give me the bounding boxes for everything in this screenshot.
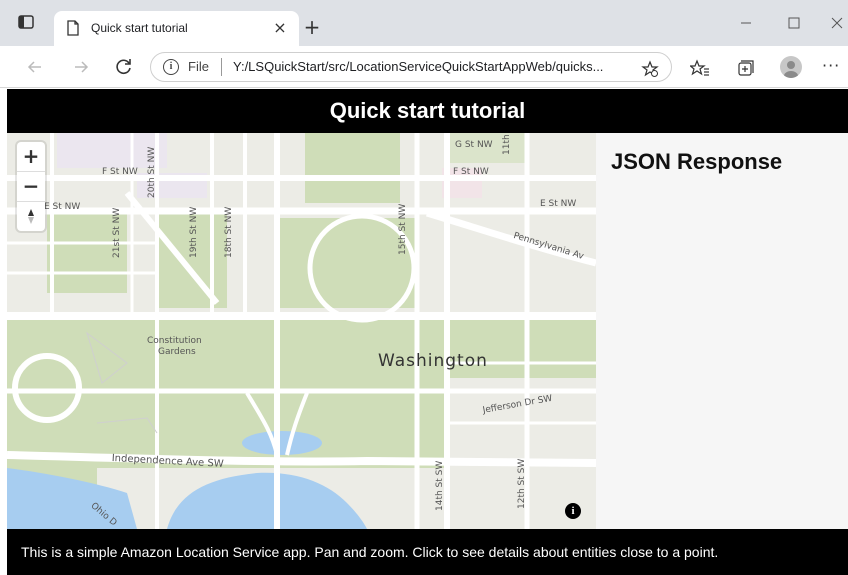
map-label: 15th St NW xyxy=(398,203,408,255)
tab-title: Quick start tutorial xyxy=(91,21,188,35)
scheme-label: File xyxy=(188,59,209,74)
map-zoom-control: + − xyxy=(17,142,45,231)
city-label: Washington xyxy=(378,351,488,371)
map-canvas xyxy=(7,133,596,529)
favorites-icon[interactable] xyxy=(688,58,710,78)
map-label: 14th St SW xyxy=(435,460,445,511)
maximize-icon[interactable] xyxy=(785,14,803,32)
site-info-icon[interactable]: i xyxy=(163,59,179,75)
map-label: 11th St NW xyxy=(502,133,512,155)
map-label: G St NW xyxy=(455,140,493,150)
back-icon[interactable] xyxy=(24,56,46,78)
profile-avatar[interactable] xyxy=(780,56,802,78)
minimize-icon[interactable] xyxy=(737,14,755,32)
json-response-panel: JSON Response xyxy=(596,133,848,529)
compass-button[interactable] xyxy=(17,202,45,231)
tab-actions-icon[interactable] xyxy=(18,14,34,30)
map-label: 21st St NW xyxy=(112,207,122,258)
map-label: Constitution xyxy=(147,336,202,346)
page-icon xyxy=(66,20,80,36)
more-options-icon[interactable]: ··· xyxy=(822,56,840,75)
map-label: F St NW xyxy=(453,167,489,177)
url-text[interactable]: Y:/LSQuickStart/src/LocationServiceQuick… xyxy=(233,59,603,74)
close-tab-icon[interactable]: × xyxy=(269,17,291,39)
page-title: Quick start tutorial xyxy=(7,89,848,133)
map-label: 20th St NW xyxy=(147,146,157,198)
map-label: E St NW xyxy=(540,199,577,209)
new-tab-button[interactable]: + xyxy=(302,17,322,37)
address-bar[interactable]: i File Y:/LSQuickStart/src/LocationServi… xyxy=(150,52,672,82)
map-label: 18th St NW xyxy=(224,206,234,258)
browser-tab-strip: Quick start tutorial × + xyxy=(0,0,848,46)
collections-icon[interactable] xyxy=(735,58,755,78)
address-separator xyxy=(221,58,222,76)
browser-toolbar: i File Y:/LSQuickStart/src/LocationServi… xyxy=(0,46,848,88)
footer-description: This is a simple Amazon Location Service… xyxy=(7,529,848,575)
zoom-out-button[interactable]: − xyxy=(17,172,45,201)
add-favorite-icon[interactable] xyxy=(641,60,659,78)
map-view[interactable]: G St NW F St NW F St NW E St NW E St NW … xyxy=(7,133,596,529)
zoom-in-button[interactable]: + xyxy=(17,142,45,171)
refresh-icon[interactable] xyxy=(113,56,135,78)
close-window-icon[interactable] xyxy=(828,14,846,32)
map-label: E St NW xyxy=(44,202,81,212)
attribution-info-button[interactable]: i xyxy=(565,503,581,519)
compass-icon xyxy=(28,209,34,224)
map-label: 12th St SW xyxy=(517,458,527,509)
json-response-title: JSON Response xyxy=(611,149,783,174)
active-tab[interactable]: Quick start tutorial × xyxy=(54,11,299,46)
map-label: 19th St NW xyxy=(189,206,199,258)
map-label: F St NW xyxy=(102,167,138,177)
forward-icon[interactable] xyxy=(70,56,92,78)
map-label: Gardens xyxy=(158,347,196,357)
